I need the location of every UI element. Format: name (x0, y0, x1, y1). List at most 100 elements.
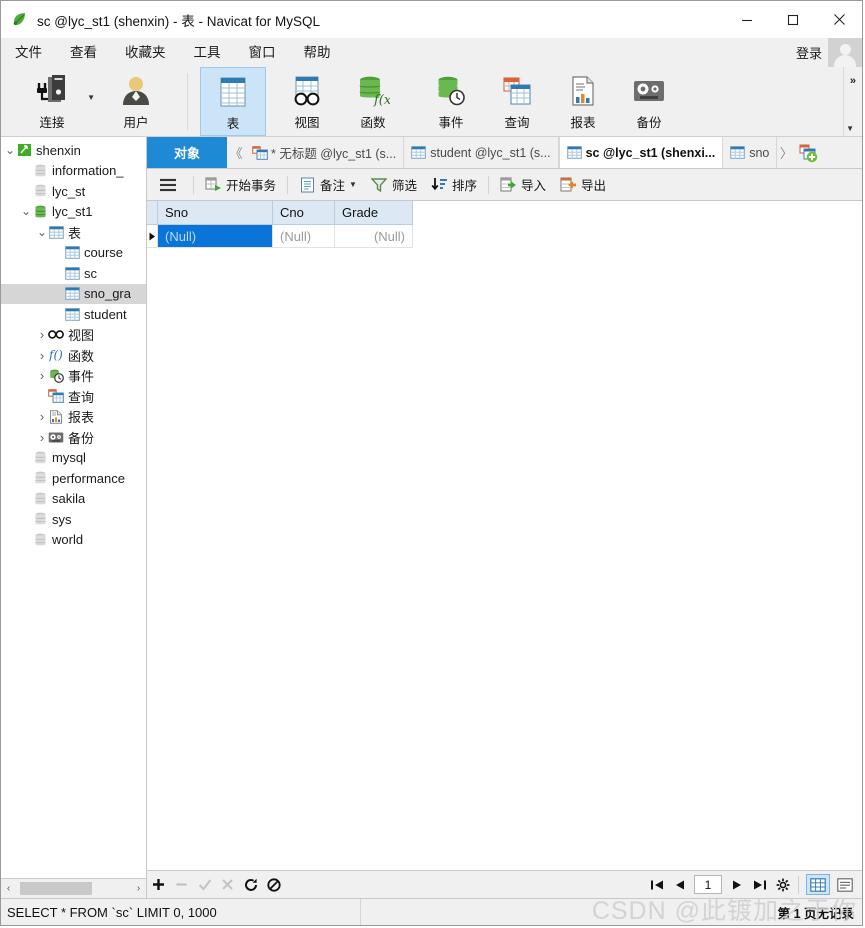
table-cell[interactable]: (Null) (158, 225, 273, 248)
import-button[interactable]: 导入 (493, 169, 553, 200)
tree-item--[interactable]: › f() 函数 (1, 345, 146, 366)
menu-item-favorites[interactable]: 收藏夹 (111, 38, 180, 67)
chevron-right-icon[interactable]: › (36, 430, 48, 445)
scroll-thumb[interactable] (20, 882, 92, 895)
export-button[interactable]: 导出 (553, 169, 613, 200)
tree-item-student[interactable]: student (1, 304, 146, 325)
column-header[interactable]: Grade (335, 201, 413, 225)
form-view-toggle[interactable] (833, 874, 857, 895)
table-row[interactable]: (Null) (Null) (Null) (147, 225, 862, 248)
tree-item--[interactable]: › 事件 (1, 366, 146, 387)
tab-item[interactable]: student @lyc_st1 (s... (404, 137, 559, 168)
chevron-down-icon[interactable]: ⌄ (4, 144, 16, 156)
menu-item-file[interactable]: 文件 (1, 38, 56, 67)
toolbar-connection-button[interactable]: 连接 ▼ (15, 67, 95, 136)
close-button[interactable] (816, 1, 862, 38)
menu-item-window[interactable]: 窗口 (235, 38, 290, 67)
toolbar-report-button[interactable]: 报表 (550, 67, 616, 136)
refresh-button[interactable] (239, 871, 262, 898)
toolbar-expand-icon[interactable]: ▼ (846, 124, 854, 133)
database-grey-icon (32, 512, 48, 526)
tab-item[interactable]: sno (723, 137, 778, 168)
tree-item-mysql[interactable]: mysql (1, 448, 146, 469)
tree-item-shenxin[interactable]: ⌄ shenxin (1, 140, 146, 161)
menu-item-tools[interactable]: 工具 (180, 38, 235, 67)
tab-scroll-right[interactable]: 〉 (777, 137, 795, 168)
column-header[interactable]: Sno (158, 201, 273, 225)
tree-horizontal-scrollbar[interactable]: ‹ › (1, 878, 146, 898)
login-link[interactable]: 登录 (796, 43, 828, 62)
tree-item-world[interactable]: world (1, 530, 146, 551)
filter-button[interactable]: 筛选 (364, 169, 424, 200)
toolbar-view-button[interactable]: 视图 (274, 67, 340, 136)
toolbar-function-button[interactable]: f(x) 函数 (340, 67, 406, 136)
chevron-down-icon[interactable]: ▼ (87, 93, 95, 102)
tab-scroll-left[interactable]: 《 (227, 137, 245, 168)
scroll-right-icon[interactable]: › (131, 883, 146, 894)
prev-page-button[interactable] (668, 871, 691, 898)
minimize-button[interactable] (724, 1, 770, 38)
next-page-button[interactable] (725, 871, 748, 898)
tab-objects[interactable]: 对象 (147, 137, 227, 168)
begin-transaction-button[interactable]: 开始事务 (198, 169, 283, 200)
tree-item--[interactable]: ⌄ 表 (1, 222, 146, 243)
toolbar-event-button[interactable]: 事件 (418, 67, 484, 136)
grid-view-toggle[interactable] (806, 874, 830, 895)
toolbar-query-button[interactable]: 查询 (484, 67, 550, 136)
tree-item-sakila[interactable]: sakila (1, 489, 146, 510)
toolbar-overflow-icon[interactable]: » (850, 75, 856, 87)
tree-item-sys[interactable]: sys (1, 509, 146, 530)
grid-menu-button[interactable] (147, 169, 189, 200)
chevron-right-icon[interactable]: › (36, 327, 48, 342)
add-record-button[interactable] (147, 871, 170, 898)
tree-item--[interactable]: › 备份 (1, 427, 146, 448)
menu-item-help[interactable]: 帮助 (290, 38, 345, 67)
page-number-input[interactable]: 1 (694, 875, 722, 894)
toolbar-table-button[interactable]: 表 (200, 67, 266, 136)
stop-button[interactable] (262, 871, 285, 898)
scroll-track[interactable] (16, 882, 131, 895)
tree-item-lyc_st[interactable]: lyc_st (1, 181, 146, 202)
new-tab-button[interactable] (795, 137, 821, 168)
tab-item[interactable]: * 无标题 @lyc_st1 (s... (245, 137, 405, 168)
tree-item-sc[interactable]: sc (1, 263, 146, 284)
table-cell[interactable]: (Null) (335, 225, 413, 248)
cancel-changes-button[interactable] (216, 871, 239, 898)
tree-item--[interactable]: › 报表 (1, 407, 146, 428)
delete-record-button[interactable] (170, 871, 193, 898)
tree-item--[interactable]: › 视图 (1, 325, 146, 346)
tab-item[interactable]: sc @lyc_st1 (shenxi... (558, 137, 724, 168)
chevron-down-icon[interactable]: ⌄ (20, 205, 32, 217)
grid-settings-button[interactable] (771, 871, 794, 898)
data-grid[interactable]: Sno Cno Grade (Null) (Null) (Null) (147, 201, 862, 870)
content-panel: 对象 《 * 无标题 @lyc_st1 (s... student @lyc_st… (147, 137, 862, 898)
chevron-down-icon[interactable]: ▼ (349, 180, 357, 189)
object-tree[interactable]: ⌄ shenxin information_ lyc_st ⌄ lyc_st1 ⌄ 表 cour… (1, 137, 146, 878)
note-button[interactable]: 备注 ▼ (292, 169, 364, 200)
menu-item-view[interactable]: 查看 (56, 38, 111, 67)
tree-item-sno_gra[interactable]: sno_gra (1, 283, 146, 304)
last-page-button[interactable] (748, 871, 771, 898)
tree-item-information_[interactable]: information_ (1, 161, 146, 182)
toolbar-user-button[interactable]: 用户 (99, 67, 173, 136)
table-cell[interactable]: (Null) (273, 225, 335, 248)
tree-item-lyc_st1[interactable]: ⌄ lyc_st1 (1, 202, 146, 223)
table-icon (64, 307, 80, 321)
apply-changes-button[interactable] (193, 871, 216, 898)
tree-item-label: 查询 (68, 389, 95, 405)
chevron-right-icon[interactable]: › (36, 409, 48, 424)
chevron-down-icon[interactable]: ⌄ (36, 226, 48, 238)
chevron-right-icon[interactable]: › (36, 348, 48, 363)
toolbar-backup-button[interactable]: 备份 (616, 67, 682, 136)
avatar[interactable] (828, 38, 862, 67)
column-header[interactable]: Cno (273, 201, 335, 225)
grid-body[interactable]: (Null) (Null) (Null) (147, 225, 862, 248)
chevron-right-icon[interactable]: › (36, 368, 48, 383)
first-page-button[interactable] (645, 871, 668, 898)
tree-item-performance[interactable]: performance (1, 468, 146, 489)
maximize-button[interactable] (770, 1, 816, 38)
tree-item-course[interactable]: course (1, 243, 146, 264)
sort-button[interactable]: 排序 (424, 169, 484, 200)
scroll-left-icon[interactable]: ‹ (1, 883, 16, 894)
tree-item--[interactable]: 查询 (1, 386, 146, 407)
